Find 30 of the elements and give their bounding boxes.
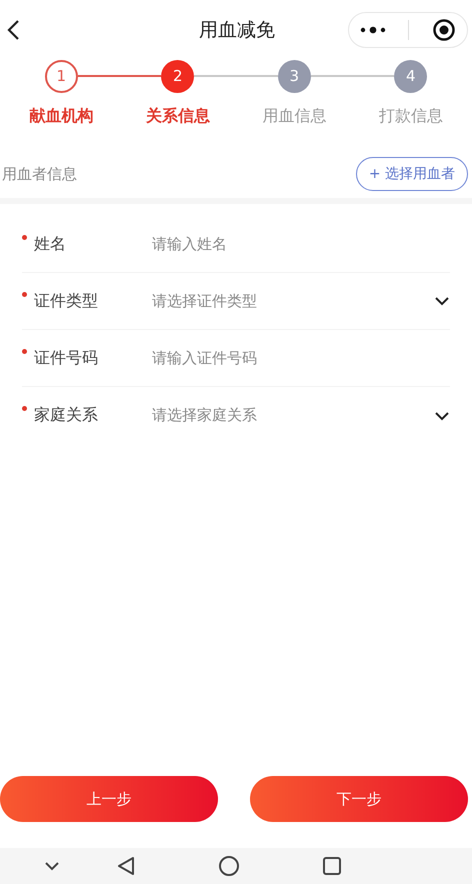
- square-icon[interactable]: [322, 856, 342, 876]
- input-field[interactable]: 请输入姓名: [152, 235, 450, 253]
- step-number: 3: [278, 60, 311, 92]
- step-number: 1: [44, 60, 78, 92]
- step-label: 关系信息: [146, 106, 210, 127]
- step-number: 2: [161, 60, 194, 92]
- step-label: 献血机构: [29, 106, 94, 127]
- section-title: 用血者信息: [2, 164, 77, 184]
- step-label: 打款信息: [378, 106, 443, 127]
- chevron-down-icon: [434, 410, 450, 420]
- input-field[interactable]: 请输入证件号码: [152, 349, 450, 367]
- back-triangle-icon[interactable]: [116, 856, 136, 876]
- more-icon[interactable]: [360, 26, 386, 34]
- chevron-down-icon: [434, 296, 450, 306]
- step-number: 4: [394, 60, 428, 92]
- chevron-down-icon[interactable]: [44, 861, 60, 871]
- select-field[interactable]: 请选择证件类型: [152, 281, 450, 321]
- next-button[interactable]: 下一步: [250, 776, 468, 822]
- field-label: 家庭关系: [34, 405, 99, 426]
- previous-button[interactable]: 上一步: [0, 776, 218, 822]
- field-label: 证件号码: [34, 348, 99, 368]
- page-title: 用血减免: [199, 18, 275, 43]
- select-user-button[interactable]: + 选择用血者: [356, 157, 468, 191]
- field-label: 姓名: [34, 234, 67, 254]
- field-label: 证件类型: [34, 290, 99, 312]
- select-field[interactable]: 请选择家庭关系: [152, 396, 450, 436]
- target-icon[interactable]: [432, 18, 456, 42]
- step-label: 用血信息: [262, 106, 326, 127]
- back-button[interactable]: [6, 19, 20, 41]
- home-circle-icon[interactable]: [218, 855, 240, 877]
